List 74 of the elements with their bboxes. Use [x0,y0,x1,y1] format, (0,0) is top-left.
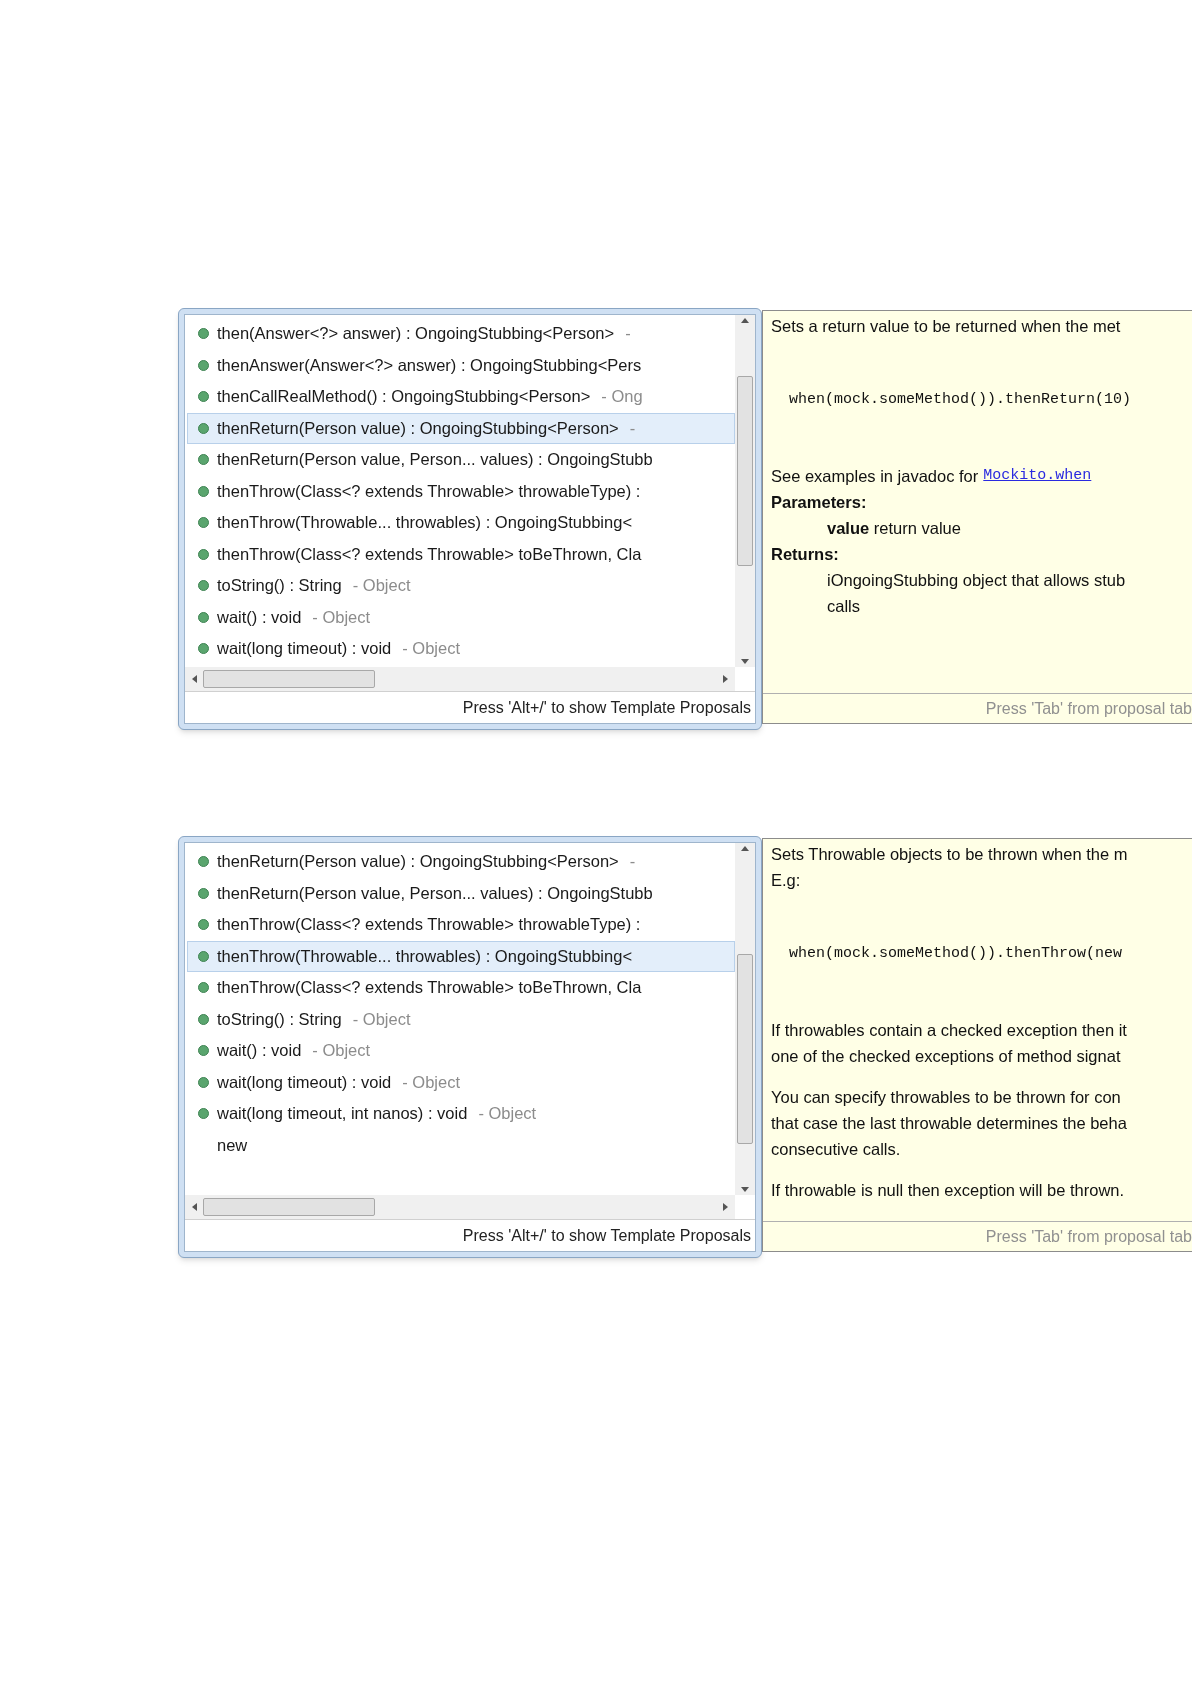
method-icon [198,517,209,529]
scroll-down-icon[interactable] [741,657,749,665]
method-icon [198,359,209,371]
proposal-item[interactable]: wait(long timeout) : void - Object [187,1066,735,1098]
scroll-thumb[interactable] [203,1198,375,1216]
method-icon [198,887,209,899]
proposal-item[interactable]: thenThrow(Class<? extends Throwable> toBeThrown, Cla [187,972,735,1004]
proposal-item[interactable]: thenReturn(Person value) : OngoingStubbing<Person> - [187,412,735,444]
vertical-scrollbar[interactable] [735,843,755,1195]
doc-heading: Returns: [771,544,840,565]
method-icon [198,391,209,403]
doc-text: See examples in javadoc for [771,466,979,487]
proposal-item[interactable]: thenReturn(Person value, Person... values) : OngoingStubb [187,444,735,476]
scroll-up-icon[interactable] [741,317,749,325]
proposal-item[interactable]: wait() : void - Object [187,1035,735,1067]
status-hint: Press 'Alt+/' to show Template Proposals [462,1225,751,1246]
proposal-item[interactable]: wait(long timeout) : void - Object [187,633,735,665]
scroll-left-icon[interactable] [191,1203,199,1211]
method-icon [198,919,209,931]
scroll-thumb[interactable] [203,670,375,688]
proposal-item[interactable]: thenReturn(Person value, Person... values) : OngoingStubb [187,877,735,909]
method-icon [198,328,209,340]
proposal-item[interactable]: new [187,1129,735,1161]
doc-paragraph: Sets Throwable objects to be thrown when the m E.g: [771,844,1129,891]
horizontal-scrollbar[interactable] [185,1195,735,1219]
method-icon [198,1013,209,1025]
code-example: when(mock.someMethod()).thenThrow(new [788,944,1124,964]
method-icon [198,580,209,592]
proposal-item[interactable]: thenReturn(Person value) : OngoingStubbing<Person> - [187,846,735,878]
scroll-left-icon[interactable] [191,675,199,683]
status-hint: Press 'Tab' from proposal tab [985,698,1192,719]
method-icon [198,422,209,434]
scroll-right-icon[interactable] [721,675,729,683]
method-icon [198,856,209,868]
doc-description: iOngoingStubbing object that allows stub calls [826,570,1127,617]
method-icon [198,1076,209,1088]
proposal-item[interactable]: toString() : String - Object [187,1003,735,1035]
proposal-item[interactable]: toString() : String - Object [187,570,735,602]
scroll-thumb[interactable] [737,954,753,1144]
javadoc-link[interactable]: Mockito.when [983,463,1092,489]
proposal-item[interactable]: wait() : void - Object [187,601,735,633]
proposal-item[interactable]: thenThrow(Class<? extends Throwable> throwableType) : [187,475,735,507]
proposal-item[interactable]: thenAnswer(Answer<?> answer) : OngoingStubbing<Pers [187,349,735,381]
proposal-item[interactable]: thenThrow(Class<? extends Throwable> throwableType) : [187,909,735,941]
method-icon [198,611,209,623]
method-icon [198,1045,209,1057]
scroll-up-icon[interactable] [741,845,749,853]
doc-paragraph: If throwables contain a checked exception then it one of the checked exceptions of method signat [771,1020,1128,1067]
proposal-item[interactable]: wait(long timeout, int nanos) : void - Object [187,1098,735,1130]
scroll-thumb[interactable] [737,376,753,566]
scroll-right-icon[interactable] [721,1203,729,1211]
status-hint: Press 'Tab' from proposal tab [985,1226,1192,1247]
code-example: when(mock.someMethod()).thenReturn(10) [788,390,1133,410]
proposal-item[interactable]: thenThrow(Throwable... throwables) : OngoingStubbing< [187,940,735,972]
method-icon [198,1108,209,1120]
horizontal-scrollbar[interactable] [185,667,735,691]
doc-paragraph: If throwable is null then exception will be thrown. [771,1180,1126,1201]
method-icon [198,950,209,962]
proposal-item[interactable]: thenThrow(Class<? extends Throwable> toBeThrown, Cla [187,538,735,570]
proposal-item[interactable]: then(Answer<?> answer) : OngoingStubbing<Person> - [187,318,735,350]
proposal-item[interactable]: thenCallRealMethod() : OngoingStubbing<Person> - Ong [187,381,735,413]
doc-description: value return value [826,518,962,539]
scroll-down-icon[interactable] [741,1185,749,1193]
doc-heading: Parameters: [771,492,868,513]
method-icon [198,643,209,655]
proposal-item[interactable]: thenThrow(Throwable... throwables) : OngoingStubbing< [187,507,735,539]
vertical-scrollbar[interactable] [735,315,755,667]
doc-paragraph: Sets a return value to be returned when the met [771,316,1122,337]
method-icon [198,548,209,560]
status-hint: Press 'Alt+/' to show Template Proposals [462,697,751,718]
method-icon [198,485,209,497]
method-icon [198,454,209,466]
doc-paragraph: You can specify throwables to be thrown for con that case the last throwable determines the beha consecutive calls. [771,1087,1128,1160]
method-icon [198,982,209,994]
